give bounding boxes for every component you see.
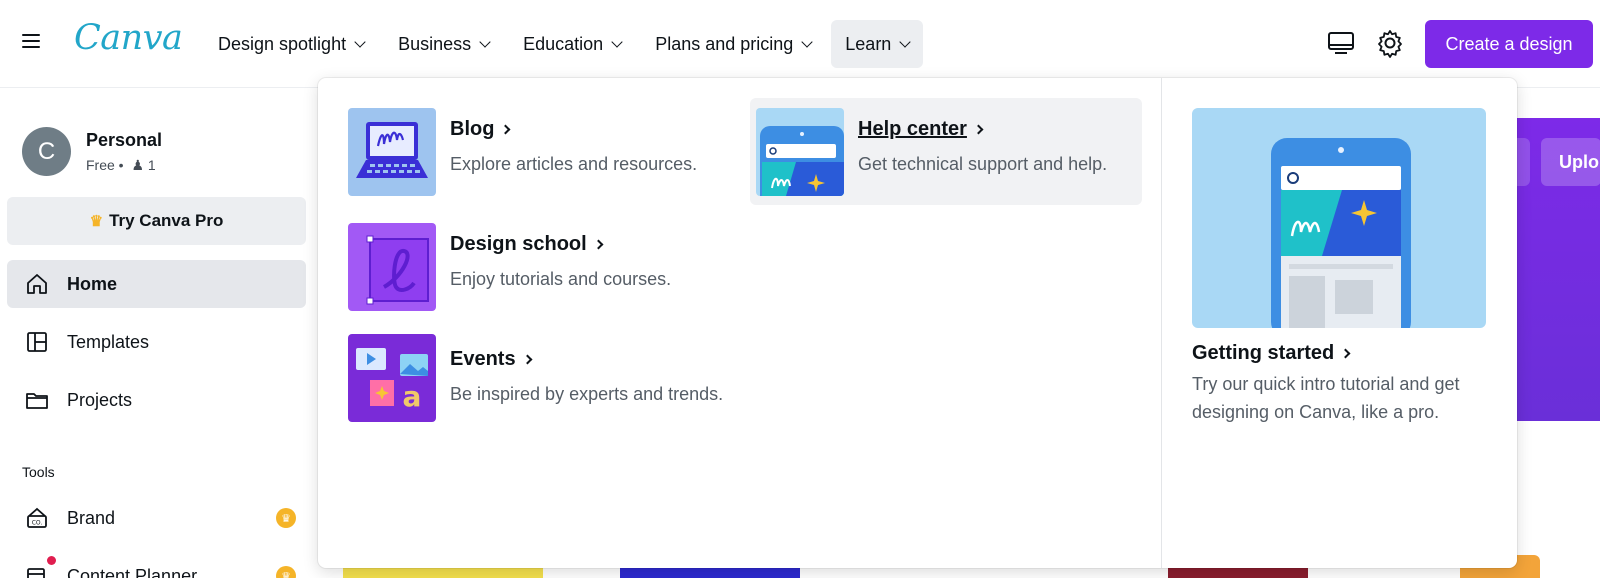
svg-text:CO.: CO. bbox=[32, 520, 43, 527]
learn-item-design-school[interactable]: Design school Enjoy tutorials and course… bbox=[342, 213, 734, 320]
top-bar: Canva Design spotlight Business Educatio… bbox=[0, 0, 1600, 88]
design-school-illustration bbox=[348, 223, 436, 311]
chevron-right-icon bbox=[1340, 348, 1351, 359]
chevron-down-icon bbox=[899, 35, 911, 48]
chevron-down-icon bbox=[801, 35, 813, 48]
upload-button[interactable]: Uplo bbox=[1541, 138, 1600, 186]
laptop-illustration bbox=[348, 108, 436, 196]
main-nav: Design spotlight Business Education Plan… bbox=[204, 20, 924, 68]
learn-item-description: Be inspired by experts and trends. bbox=[450, 384, 724, 404]
help-center-title: Help center bbox=[858, 118, 967, 140]
sidebar-item-templates[interactable]: Templates bbox=[7, 318, 306, 366]
chevron-down-icon bbox=[479, 35, 491, 48]
nav-label: Business bbox=[398, 33, 472, 54]
pro-crown-badge: ♛ bbox=[276, 566, 296, 578]
desktop-icon[interactable] bbox=[1326, 28, 1356, 58]
sidebar-item-label: Home bbox=[67, 273, 118, 294]
learn-dropdown: Blog Explore articles and resources. Hel… bbox=[318, 78, 1517, 568]
crown-icon: ♛ bbox=[89, 213, 104, 230]
nav-label: Learn bbox=[845, 33, 892, 54]
try-pro-label: Try Canva Pro bbox=[109, 211, 224, 230]
home-icon bbox=[27, 274, 47, 294]
brand-kit-icon: CO. bbox=[27, 507, 47, 528]
try-canva-pro-button[interactable]: ♛ Try Canva Pro bbox=[7, 197, 306, 245]
phone-tutorial-illustration[interactable] bbox=[1192, 108, 1486, 328]
account-plan: Free • ♟ 1 bbox=[86, 157, 156, 174]
plan-label: Free • bbox=[86, 157, 124, 173]
nav-label: Design spotlight bbox=[218, 33, 347, 54]
learn-item-description: Explore articles and resources. bbox=[450, 154, 698, 174]
blog-title: Blog bbox=[450, 118, 495, 140]
chevron-right-icon bbox=[522, 354, 533, 365]
nav-plans-and-pricing[interactable]: Plans and pricing bbox=[641, 20, 825, 68]
learn-item-title: Help center bbox=[858, 118, 984, 141]
nav-business[interactable]: Business bbox=[384, 20, 503, 68]
learn-item-blog[interactable]: Blog Explore articles and resources. bbox=[342, 98, 734, 205]
sidebar-item-label: Projects bbox=[67, 389, 133, 410]
nav-learn[interactable]: Learn bbox=[831, 20, 924, 68]
learn-item-events[interactable]: a Events Be inspired by experts and tren… bbox=[342, 328, 734, 448]
folder-icon bbox=[26, 393, 48, 409]
sidebar: C Personal Free • ♟ 1 ♛ Try Canva Pro Ho… bbox=[0, 88, 312, 578]
templates-icon bbox=[27, 332, 47, 352]
sidebar-item-label: Templates bbox=[67, 331, 150, 352]
sidebar-item-home[interactable]: Home bbox=[7, 260, 306, 308]
dropdown-divider bbox=[1161, 78, 1162, 568]
tools-section-label: Tools bbox=[22, 464, 55, 480]
events-title: Events bbox=[450, 348, 516, 370]
account-name[interactable]: Personal bbox=[86, 130, 162, 151]
chevron-down-icon bbox=[611, 35, 623, 48]
chevron-right-icon bbox=[593, 239, 604, 250]
pro-crown-badge: ♛ bbox=[276, 508, 296, 528]
sidebar-item-content-planner[interactable]: Content Planner ♛ bbox=[7, 552, 306, 578]
learn-item-help-center[interactable]: Help center Get technical support and he… bbox=[750, 98, 1142, 205]
notification-dot bbox=[47, 556, 56, 565]
learn-item-title: Blog bbox=[450, 118, 511, 141]
settings-gear-icon[interactable] bbox=[1375, 28, 1405, 58]
events-illustration: a bbox=[348, 334, 436, 422]
sidebar-item-projects[interactable]: Projects bbox=[7, 376, 306, 424]
phone-search-illustration bbox=[756, 108, 844, 196]
members-count: 1 bbox=[147, 157, 156, 173]
learn-item-title: Events bbox=[450, 348, 533, 371]
learn-item-title: Design school bbox=[450, 233, 604, 256]
sidebar-item-label: Brand bbox=[67, 507, 116, 528]
nav-education[interactable]: Education bbox=[509, 20, 635, 68]
canva-logo[interactable]: Canva bbox=[74, 18, 183, 58]
avatar[interactable]: C bbox=[22, 127, 71, 176]
nav-label: Education bbox=[523, 33, 604, 54]
nav-label: Plans and pricing bbox=[655, 33, 794, 54]
learn-item-description: Get technical support and help. bbox=[858, 154, 1108, 174]
sidebar-item-brand[interactable]: CO. Brand ♛ bbox=[7, 494, 306, 542]
create-design-button[interactable]: Create a design bbox=[1425, 20, 1593, 68]
chevron-right-icon bbox=[973, 124, 984, 135]
getting-started-title: Getting started bbox=[1192, 342, 1335, 364]
chevron-right-icon bbox=[500, 124, 511, 135]
learn-item-description: Enjoy tutorials and courses. bbox=[450, 269, 672, 289]
nav-design-spotlight[interactable]: Design spotlight bbox=[204, 20, 378, 68]
menu-icon[interactable] bbox=[20, 30, 42, 54]
design-school-title: Design school bbox=[450, 233, 587, 255]
getting-started-description: Try our quick intro tutorial and get des… bbox=[1192, 374, 1460, 422]
calendar-icon bbox=[27, 568, 45, 578]
sidebar-item-label: Content Planner bbox=[67, 565, 198, 578]
chevron-down-icon bbox=[354, 35, 366, 48]
members-icon: ♟ bbox=[131, 157, 145, 173]
svg-text:a: a bbox=[403, 380, 422, 413]
getting-started-link[interactable]: Getting started bbox=[1192, 342, 1351, 365]
